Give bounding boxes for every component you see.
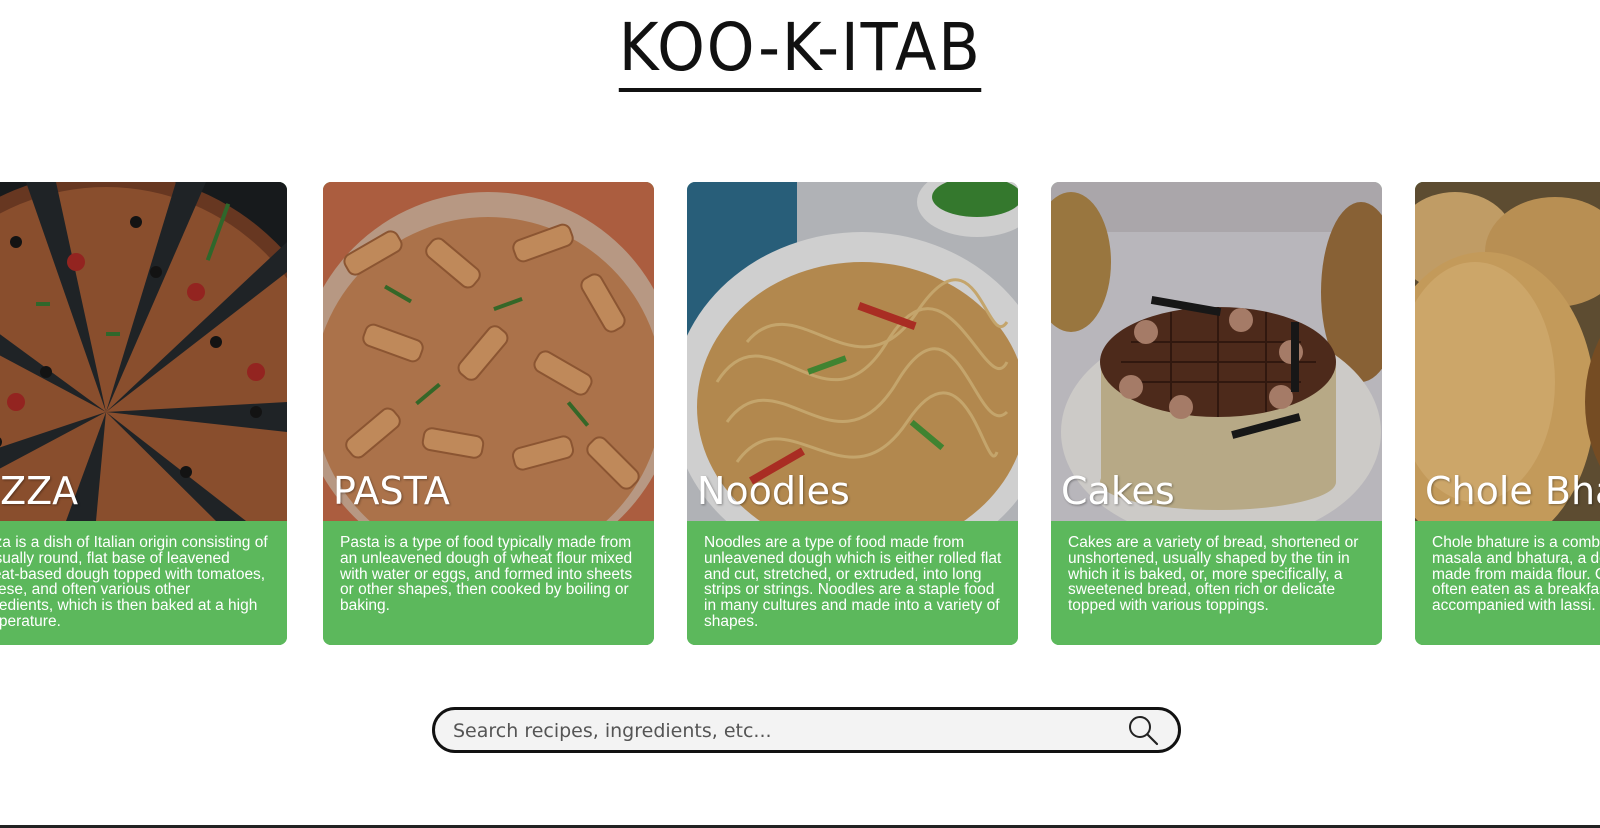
card-description-pasta: Pasta is a type of food typically made f…: [340, 534, 633, 615]
search-input[interactable]: [451, 710, 1095, 752]
card-title-cakes: Cakes: [1061, 469, 1175, 513]
card-title-pasta: PASTA: [333, 469, 450, 513]
noodles-image: Noodles: [687, 182, 1018, 521]
card-title-noodles: Noodles: [697, 469, 850, 513]
card-title-chole-bhature: Chole Bhature: [1425, 469, 1600, 513]
cake-image: Cakes: [1051, 182, 1382, 521]
card-body-chole-bhature: Chole bhature is a combination of chana …: [1415, 521, 1600, 645]
page: KOO-K-ITAB ZZA a is a dish of Italian or…: [0, 0, 1600, 828]
recipe-carousel[interactable]: PIZZA Pizza is a dish of Italian origin …: [0, 182, 1600, 645]
card-body-pizza: Pizza is a dish of Italian origin consis…: [0, 521, 287, 645]
card-description-cakes: Cakes are a variety of bread, shortened …: [1068, 534, 1359, 615]
recipe-card-cakes[interactable]: Cakes Cakes are a variety of bread, shor…: [1051, 182, 1382, 645]
pizza-image: PIZZA: [0, 182, 287, 521]
card-description-chole-bhature: Chole bhature is a combination of chana …: [1432, 534, 1600, 615]
recipe-card-pasta[interactable]: PASTA Pasta is a type of food typically …: [323, 182, 654, 645]
recipe-card-noodles[interactable]: Noodles Noodles are a type of food made …: [687, 182, 1018, 645]
card-title-pizza: PIZZA: [0, 469, 79, 513]
pasta-image: PASTA: [323, 182, 654, 521]
recipe-card-chole-bhature[interactable]: Chole Bhature Chole bhature is a combina…: [1415, 182, 1600, 645]
site-title-text[interactable]: KOO-K-ITAB: [618, 8, 982, 92]
card-description-noodles: Noodles are a type of food made from unl…: [704, 534, 1002, 630]
card-body-pasta: Pasta is a type of food typically made f…: [323, 521, 654, 645]
card-description-pizza: Pizza is a dish of Italian origin consis…: [0, 534, 268, 630]
card-body-cakes: Cakes are a variety of bread, shortened …: [1051, 521, 1382, 645]
chole-bhature-image: Chole Bhature: [1415, 182, 1600, 521]
search-icon: [1129, 716, 1159, 746]
card-body-noodles: Noodles are a type of food made from unl…: [687, 521, 1018, 645]
search-bar: [432, 707, 1181, 753]
search-button[interactable]: [1126, 713, 1160, 747]
site-title: KOO-K-ITAB: [0, 8, 1600, 92]
recipe-card-pizza[interactable]: PIZZA Pizza is a dish of Italian origin …: [0, 182, 287, 645]
